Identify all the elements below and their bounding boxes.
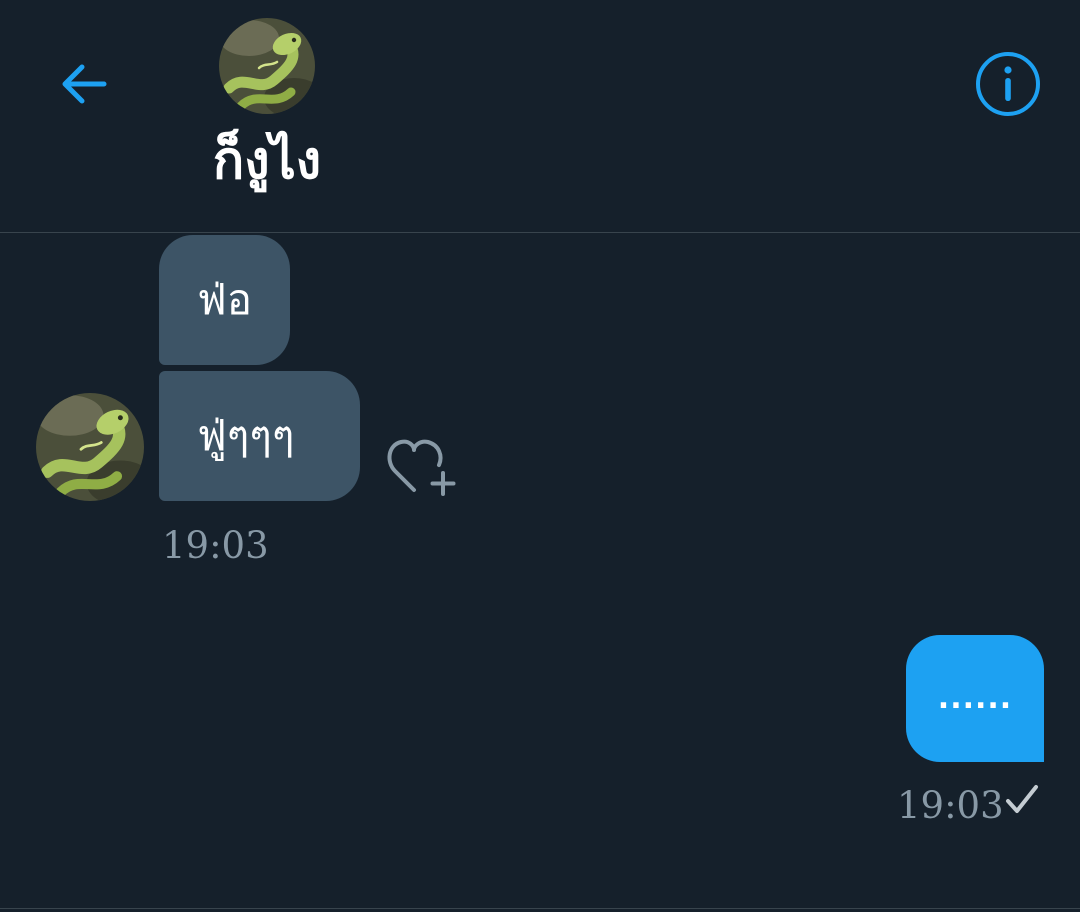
message-text: ฟู่ๆๆๆ [197,411,295,460]
conversation-title: ก็งูไง [212,131,322,191]
like-message-button[interactable] [384,432,460,500]
snake-avatar-image [219,18,315,114]
incoming-message-bubble[interactable]: ฟ่อ [159,235,290,365]
incoming-message-bubble[interactable]: ฟู่ๆๆๆ [159,371,360,501]
info-button[interactable] [972,48,1044,120]
heart-plus-icon [387,439,456,496]
snake-avatar-image [36,393,144,501]
message-text: ฟ่อ [197,275,252,324]
message-text: ...... [937,681,1013,716]
contact-avatar[interactable] [219,18,315,114]
composer-divider [0,908,1080,909]
message-timestamp: 19:03 [897,784,1004,827]
sender-avatar[interactable] [36,393,144,501]
checkmark-icon [1006,785,1038,813]
conversation-header: ก็งูไง [0,0,1080,233]
message-timestamp: 19:03 [162,524,269,567]
back-button[interactable] [50,50,118,118]
arrow-left-icon [62,64,107,104]
info-circle-icon [976,52,1040,116]
outgoing-message-bubble[interactable]: ...... [906,635,1044,762]
